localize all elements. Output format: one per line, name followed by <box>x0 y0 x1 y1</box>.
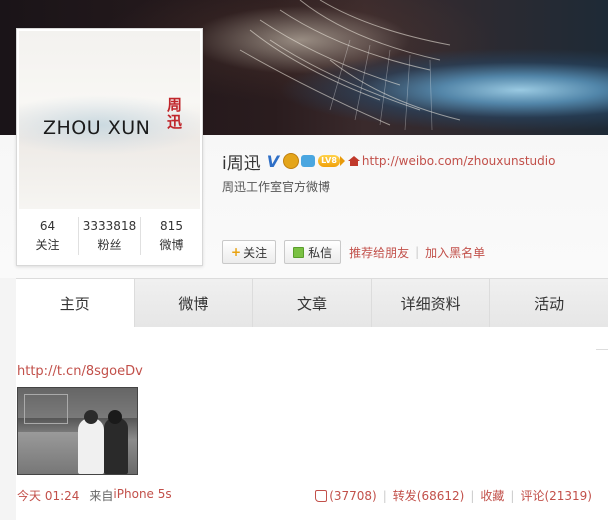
message-button[interactable]: 私信 <box>284 240 342 264</box>
stat-posts[interactable]: 815 微博 <box>141 217 202 255</box>
tab-weibo[interactable]: 微博 <box>134 279 254 327</box>
like-icon[interactable] <box>315 489 328 502</box>
stat-followers[interactable]: 3333818 粉丝 <box>79 217 141 255</box>
plus-icon: + <box>231 245 242 259</box>
profile-intro: 周迅工作室官方微博 <box>222 180 331 194</box>
favorite-button[interactable]: 收藏 <box>480 487 504 504</box>
home-icon <box>347 156 360 166</box>
post-source-prefix: 来自 <box>89 489 114 503</box>
star-medal-icon[interactable] <box>301 155 316 167</box>
post-actions: (37708) | 转发(68612) | 收藏 | 评论(21319) <box>315 487 592 504</box>
profile-name-row: i周迅 V LV8 http://weibo.com/zhouxunstudio <box>222 150 556 174</box>
follow-button[interactable]: + 关注 <box>222 240 277 264</box>
medal-icon[interactable] <box>283 153 300 169</box>
verified-icon[interactable]: V <box>267 152 279 171</box>
divider: | <box>510 488 515 503</box>
blacklist-link[interactable]: 加入黑名单 <box>425 244 485 261</box>
stat-label: 关注 <box>35 238 60 252</box>
recommend-link[interactable]: 推荐给朋友 <box>349 244 409 261</box>
divider: | <box>470 488 475 503</box>
post-meta: 今天 01:24 来自 iPhone 5s <box>17 487 172 504</box>
level-badge[interactable]: LV8 <box>318 155 340 167</box>
stat-following[interactable]: 64 关注 <box>17 217 79 255</box>
level-badge-tail-icon <box>339 156 345 166</box>
message-icon <box>293 246 305 258</box>
comment-button[interactable]: 评论(21319) <box>520 487 592 504</box>
like-count[interactable]: (37708) <box>329 489 377 503</box>
avatar-logo-text: ZHOU XUN <box>43 117 151 139</box>
divider <box>596 349 608 350</box>
profile-actions: + 关注 私信 推荐给朋友 | 加入黑名单 <box>222 240 485 264</box>
tab-articles[interactable]: 文章 <box>253 279 372 327</box>
post-image-thumbnail[interactable] <box>17 387 138 475</box>
feed-post: http://t.cn/8sgoeDv 今天 01:24 来自 iPhone 5… <box>16 327 608 520</box>
tab-details[interactable]: 详细资料 <box>371 279 491 327</box>
avatar-seal: 周迅 <box>167 96 183 131</box>
stat-label: 微博 <box>159 238 184 252</box>
tab-events[interactable]: 活动 <box>490 279 608 327</box>
post-short-link[interactable]: http://t.cn/8sgoeDv <box>17 364 143 379</box>
stat-value: 815 <box>160 219 183 233</box>
repost-button[interactable]: 转发(68612) <box>393 487 465 504</box>
stat-value: 3333818 <box>82 219 137 233</box>
stat-label: 粉丝 <box>97 238 122 252</box>
message-label: 私信 <box>308 245 333 260</box>
stat-value: 64 <box>39 219 56 233</box>
avatar-card: ZHOU XUN 周迅 64 关注 3333818 粉丝 815 微博 <box>16 28 203 266</box>
tab-home[interactable]: 主页 <box>16 279 135 327</box>
follow-label: 关注 <box>243 245 268 260</box>
post-source[interactable]: iPhone 5s <box>113 487 171 504</box>
divider: | <box>382 488 387 503</box>
profile-tabs: 主页 微博 文章 详细资料 活动 <box>16 278 608 328</box>
profile-name: i周迅 <box>222 153 261 174</box>
profile-stats: 64 关注 3333818 粉丝 815 微博 <box>17 211 202 261</box>
post-time[interactable]: 今天 01:24 <box>17 487 79 504</box>
divider: | <box>415 245 420 259</box>
avatar[interactable]: ZHOU XUN 周迅 <box>19 31 200 209</box>
homepage-link[interactable]: http://weibo.com/zhouxunstudio <box>362 154 556 168</box>
